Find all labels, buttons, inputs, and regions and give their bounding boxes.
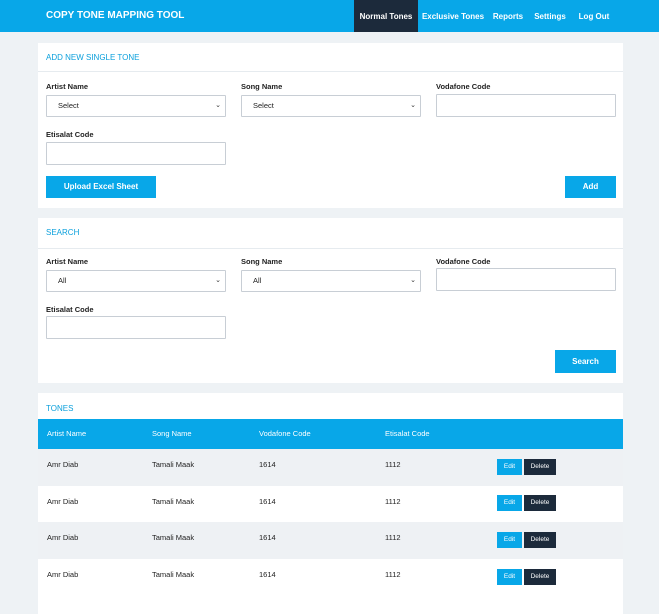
table-row: Amr Diab Tamali Maak 1614 1112 Edit Dele… [38, 449, 623, 486]
song-cell: Tamali Maak [152, 533, 195, 542]
table-row: Amr Diab Tamali Maak 1614 1112 Edit Dele… [38, 559, 623, 596]
edit-button[interactable]: Edit [497, 495, 522, 511]
nav-normal-tones[interactable]: Normal Tones [354, 0, 418, 32]
vodafone-code-label: Vodafone Code [436, 257, 491, 266]
artist-name-label: Artist Name [46, 257, 89, 266]
etisalat-code-input[interactable] [46, 142, 226, 165]
etisalat-code-label: Etisalat Code [46, 305, 94, 314]
nav-settings[interactable]: Settings [530, 0, 570, 32]
delete-button[interactable]: Delete [524, 532, 556, 548]
nav-exclusive-tones[interactable]: Exclusive Tones [420, 0, 486, 32]
vodafone-code-input[interactable] [436, 94, 616, 117]
artist-cell: Amr Diab [47, 533, 79, 542]
song-name-filter-select[interactable]: All ⌄ [241, 270, 421, 292]
artist-cell: Amr Diab [47, 460, 79, 469]
vodafone-code-label: Vodafone Code [436, 82, 491, 91]
delete-button[interactable]: Delete [524, 459, 556, 475]
column-header: Etisalat Code [385, 429, 430, 438]
table-header: Artist Name Song Name Vodafone Code Etis… [38, 419, 623, 449]
artist-cell: Amr Diab [47, 570, 79, 579]
search-button[interactable]: Search [555, 350, 616, 373]
artist-name-label: Artist Name [46, 82, 89, 91]
vodafone-cell: 1614 [259, 497, 276, 506]
select-value: All [253, 276, 262, 285]
nav-reports[interactable]: Reports [488, 0, 528, 32]
vodafone-cell: 1614 [259, 460, 276, 469]
chevron-down-icon: ⌄ [410, 277, 416, 284]
song-cell: Tamali Maak [152, 460, 195, 469]
panel-title: ADD NEW SINGLE TONE [46, 53, 140, 62]
edit-button[interactable]: Edit [497, 459, 522, 475]
edit-button[interactable]: Edit [497, 569, 522, 585]
etisalat-cell: 1112 [385, 570, 401, 579]
divider [38, 71, 623, 72]
etisalat-cell: 1112 [385, 533, 401, 542]
vodafone-cell: 1614 [259, 570, 276, 579]
search-panel: SEARCH Artist Name All ⌄ Song Name All ⌄… [38, 218, 623, 383]
delete-button[interactable]: Delete [524, 569, 556, 585]
artist-cell: Amr Diab [47, 497, 79, 506]
table-row: Amr Diab Tamali Maak 1614 1112 Edit Dele… [38, 522, 623, 559]
song-name-select[interactable]: Select ⌄ [241, 95, 421, 117]
column-header: Song Name [152, 429, 192, 438]
edit-button[interactable]: Edit [497, 532, 522, 548]
top-navbar: COPY TONE MAPPING TOOL Normal Tones Excl… [0, 0, 659, 32]
vodafone-code-filter-input[interactable] [436, 268, 616, 291]
song-cell: Tamali Maak [152, 497, 195, 506]
etisalat-cell: 1112 [385, 460, 401, 469]
etisalat-code-label: Etisalat Code [46, 130, 94, 139]
vodafone-cell: 1614 [259, 533, 276, 542]
artist-name-select[interactable]: Select ⌄ [46, 95, 226, 117]
artist-name-filter-select[interactable]: All ⌄ [46, 270, 226, 292]
chevron-down-icon: ⌄ [215, 102, 221, 109]
song-name-label: Song Name [241, 82, 283, 91]
upload-excel-button[interactable]: Upload Excel Sheet [46, 176, 156, 198]
etisalat-code-filter-input[interactable] [46, 316, 226, 339]
select-value: Select [58, 101, 79, 110]
column-header: Artist Name [47, 429, 87, 438]
select-value: All [58, 276, 67, 285]
song-cell: Tamali Maak [152, 570, 195, 579]
chevron-down-icon: ⌄ [215, 277, 221, 284]
app-title: COPY TONE MAPPING TOOL [46, 10, 185, 21]
delete-button[interactable]: Delete [524, 495, 556, 511]
table-row: Amr Diab Tamali Maak 1614 1112 Edit Dele… [38, 486, 623, 523]
select-value: Select [253, 101, 274, 110]
panel-title: TONES [46, 404, 74, 413]
add-tone-panel: ADD NEW SINGLE TONE Artist Name Select ⌄… [38, 43, 623, 208]
add-button[interactable]: Add [565, 176, 616, 198]
etisalat-cell: 1112 [385, 497, 401, 506]
song-name-label: Song Name [241, 257, 283, 266]
divider [38, 248, 623, 249]
panel-title: SEARCH [46, 228, 80, 237]
nav-log-out[interactable]: Log Out [572, 0, 616, 32]
chevron-down-icon: ⌄ [410, 102, 416, 109]
column-header: Vodafone Code [259, 429, 311, 438]
